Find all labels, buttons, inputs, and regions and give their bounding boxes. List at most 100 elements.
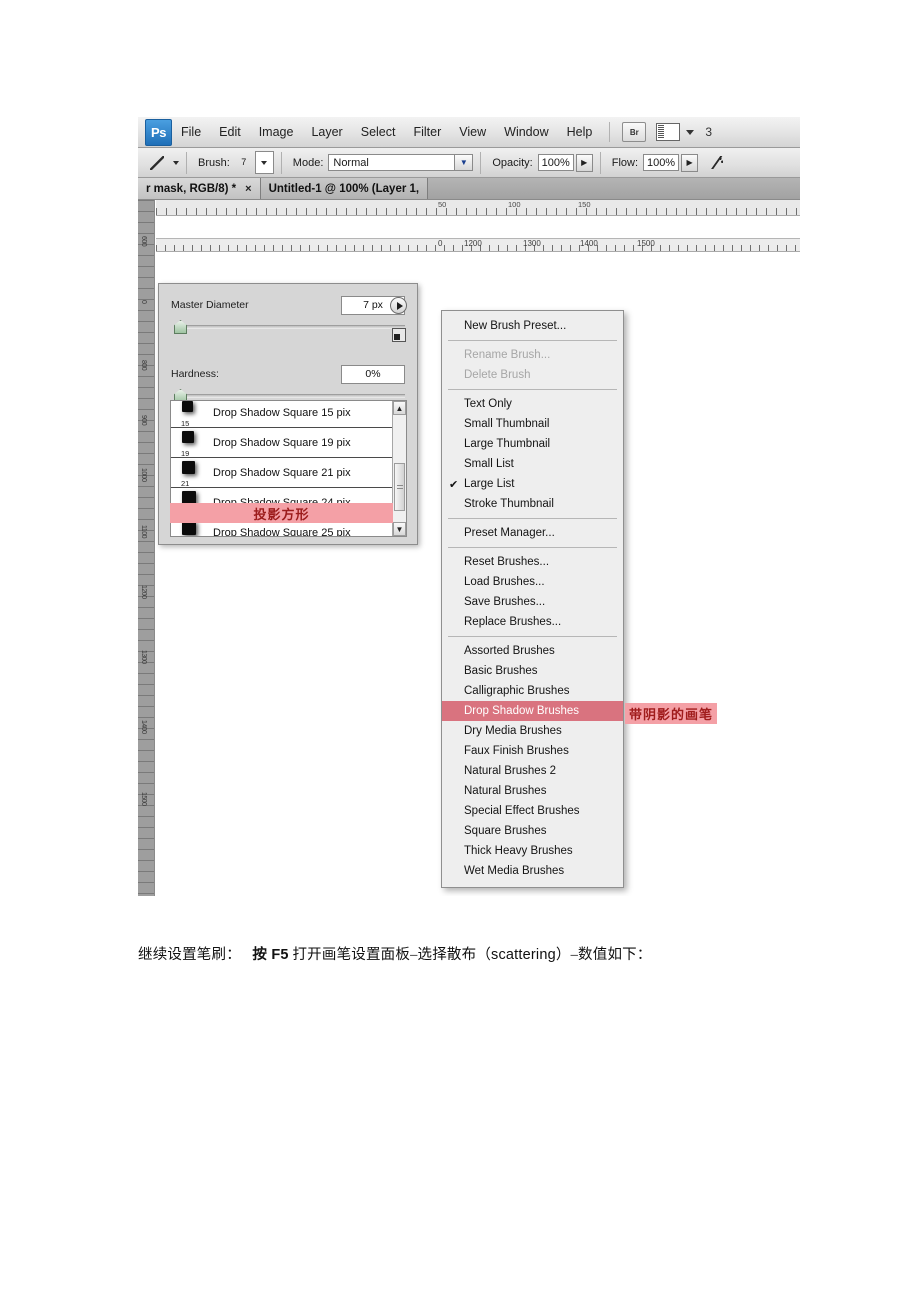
flow-input[interactable]: 100% <box>643 154 680 171</box>
horizontal-ruler-top-ticks <box>156 208 800 215</box>
menu-item-thick-heavy-brushes[interactable]: Thick Heavy Brushes <box>442 841 623 861</box>
brush-list-item[interactable]: 24 Drop Shadow Square 24 pix <box>171 488 406 518</box>
hruler-label-2: 150 <box>578 200 591 209</box>
master-diameter-knob[interactable] <box>174 320 187 334</box>
vruler-label-4: 1000 <box>140 468 147 482</box>
vruler-label-0: 600 <box>140 236 147 247</box>
hruler-label-0: 50 <box>438 200 447 209</box>
brush-tool-icon[interactable] <box>147 153 169 173</box>
airbrush-icon[interactable] <box>705 152 729 174</box>
caption-text: 继续设置笔刷： 按 F5 打开画笔设置面板–选择散布（scattering）–数… <box>138 943 818 964</box>
menu-item-natural-brushes[interactable]: Natural Brushes <box>442 781 623 801</box>
scroll-down-icon[interactable]: ▼ <box>393 522 406 536</box>
brush-size-badge: 21 <box>181 478 190 488</box>
brush-thumbnail: 19 <box>175 429 207 458</box>
vruler-label-2: 800 <box>140 360 147 371</box>
horizontal-ruler-second: 0 1200 1300 1400 1500 <box>156 238 800 252</box>
checkmark-icon: ✔ <box>449 478 459 491</box>
opacity-input[interactable]: 100% <box>537 154 574 171</box>
scroll-up-icon[interactable]: ▲ <box>393 401 406 415</box>
menu-item-replace-brushes[interactable]: Replace Brushes... <box>442 612 623 632</box>
menu-item-reset-brushes[interactable]: Reset Brushes... <box>442 552 623 572</box>
bridge-icon[interactable]: Br <box>622 122 647 142</box>
brush-name-label: Drop Shadow Square 19 pix <box>213 436 351 449</box>
menu-item-basic-brushes[interactable]: Basic Brushes <box>442 661 623 681</box>
menu-item-calligraphic-brushes[interactable]: Calligraphic Brushes <box>442 681 623 701</box>
panel-menu-icon[interactable] <box>390 297 407 314</box>
scrollbar-thumb[interactable] <box>394 463 405 511</box>
master-diameter-row: Master Diameter 7 px <box>171 295 405 315</box>
flow-stepper[interactable]: ▶ <box>681 153 699 172</box>
menu-help[interactable]: Help <box>558 122 602 142</box>
mode-label: Mode: <box>292 156 324 169</box>
document-tab-1[interactable]: r mask, RGB/8) * × <box>138 178 261 199</box>
brush-list-scrollbar[interactable]: ▲ ▼ <box>392 401 406 536</box>
menu-select[interactable]: Select <box>352 122 405 142</box>
vruler-label-8: 1400 <box>140 720 147 734</box>
brush-list-item[interactable]: 21 Drop Shadow Square 21 pix <box>171 458 406 488</box>
opacity-stepper[interactable]: ▶ <box>575 153 593 172</box>
brush-size-badge: 24 <box>181 508 190 518</box>
brush-name-label: Drop Shadow Square 21 pix <box>213 466 351 479</box>
horizontal-ruler-top: 50 100 150 <box>156 200 800 216</box>
menu-item-small-list[interactable]: Small List <box>442 454 623 474</box>
close-icon[interactable]: × <box>245 183 251 195</box>
tool-preset-chevron-icon[interactable] <box>173 160 179 165</box>
brush-preset-picker-button[interactable] <box>254 151 274 174</box>
menu-item-wet-media-brushes[interactable]: Wet Media Brushes <box>442 861 623 881</box>
menu-item-special-effect-brushes[interactable]: Special Effect Brushes <box>442 801 623 821</box>
menu-layer[interactable]: Layer <box>302 122 351 142</box>
menu-item-stroke-thumbnail[interactable]: Stroke Thumbnail <box>442 494 623 514</box>
menu-image[interactable]: Image <box>250 122 303 142</box>
menu-filter[interactable]: Filter <box>404 122 450 142</box>
menu-divider <box>448 518 617 519</box>
document-tab-2[interactable]: Untitled-1 @ 100% (Layer 1, <box>260 178 429 199</box>
menu-item-large-list[interactable]: ✔ Large List <box>442 474 623 494</box>
menu-item-dry-media-brushes[interactable]: Dry Media Brushes <box>442 721 623 741</box>
menu-item-assorted-brushes[interactable]: Assorted Brushes <box>442 641 623 661</box>
master-diameter-label: Master Diameter <box>171 299 249 311</box>
vruler-label-3: 900 <box>140 415 147 426</box>
vertical-ruler: 600 0 800 900 1000 1100 1200 1300 1400 1… <box>138 200 155 896</box>
screen-mode-icon[interactable] <box>656 123 681 141</box>
document-tab-1-label: r mask, RGB/8) * <box>146 182 237 195</box>
menu-file[interactable]: File <box>172 122 210 142</box>
brush-list-item[interactable]: 15 Drop Shadow Square 15 pix <box>171 401 406 428</box>
panel-menu-triangle-icon <box>396 301 403 310</box>
menu-item-new-brush-preset[interactable]: New Brush Preset... <box>442 316 623 336</box>
menu-item-faux-finish-brushes[interactable]: Faux Finish Brushes <box>442 741 623 761</box>
caption-english-term: scattering <box>491 947 556 963</box>
menu-item-save-brushes[interactable]: Save Brushes... <box>442 592 623 612</box>
blend-mode-select[interactable]: Normal ▼ <box>328 154 474 171</box>
chevron-down-icon[interactable]: ▼ <box>454 155 473 170</box>
options-bar: Brush: 7 Mode: Normal ▼ Opacity: 100% ▶ … <box>138 148 800 178</box>
menu-edit[interactable]: Edit <box>210 122 250 142</box>
menu-view[interactable]: View <box>450 122 495 142</box>
menu-divider <box>448 547 617 548</box>
brush-preset-panel: Master Diameter 7 px Hardness: 0% 15 Dro… <box>158 283 418 545</box>
menu-item-small-thumbnail[interactable]: Small Thumbnail <box>442 414 623 434</box>
annotation-menu-side: 带阴影的画笔 <box>625 703 718 724</box>
brush-list-item[interactable]: 25 Drop Shadow Square 25 pix <box>171 518 406 536</box>
photoshop-screenshot: Ps File Edit Image Layer Select Filter V… <box>138 117 800 896</box>
menu-window[interactable]: Window <box>495 122 557 142</box>
chevron-down-icon[interactable] <box>686 129 695 135</box>
brush-size-badge: 19 <box>181 448 190 458</box>
hardness-input[interactable]: 0% <box>341 364 405 384</box>
master-diameter-slider[interactable] <box>171 320 405 334</box>
menu-item-drop-shadow-brushes[interactable]: Drop Shadow Brushes <box>442 701 623 721</box>
menu-item-large-thumbnail[interactable]: Large Thumbnail <box>442 434 623 454</box>
menu-item-square-brushes[interactable]: Square Brushes <box>442 821 623 841</box>
menu-item-text-only[interactable]: Text Only <box>442 394 623 414</box>
menu-item-natural-brushes-2[interactable]: Natural Brushes 2 <box>442 761 623 781</box>
menu-item-load-brushes[interactable]: Load Brushes... <box>442 572 623 592</box>
hruler2-label-0: 0 <box>438 239 443 248</box>
brush-list-item[interactable]: 19 Drop Shadow Square 19 pix <box>171 428 406 458</box>
brush-name-label: Drop Shadow Square 15 pix <box>213 406 351 419</box>
hruler2-label-3: 1400 <box>580 239 598 248</box>
new-brush-icon[interactable] <box>392 328 406 342</box>
options-divider-2 <box>280 151 282 174</box>
brush-preset-list[interactable]: 15 Drop Shadow Square 15 pix 19 Drop Sha… <box>170 400 407 537</box>
menu-item-preset-manager[interactable]: Preset Manager... <box>442 523 623 543</box>
options-divider-3 <box>480 151 482 174</box>
